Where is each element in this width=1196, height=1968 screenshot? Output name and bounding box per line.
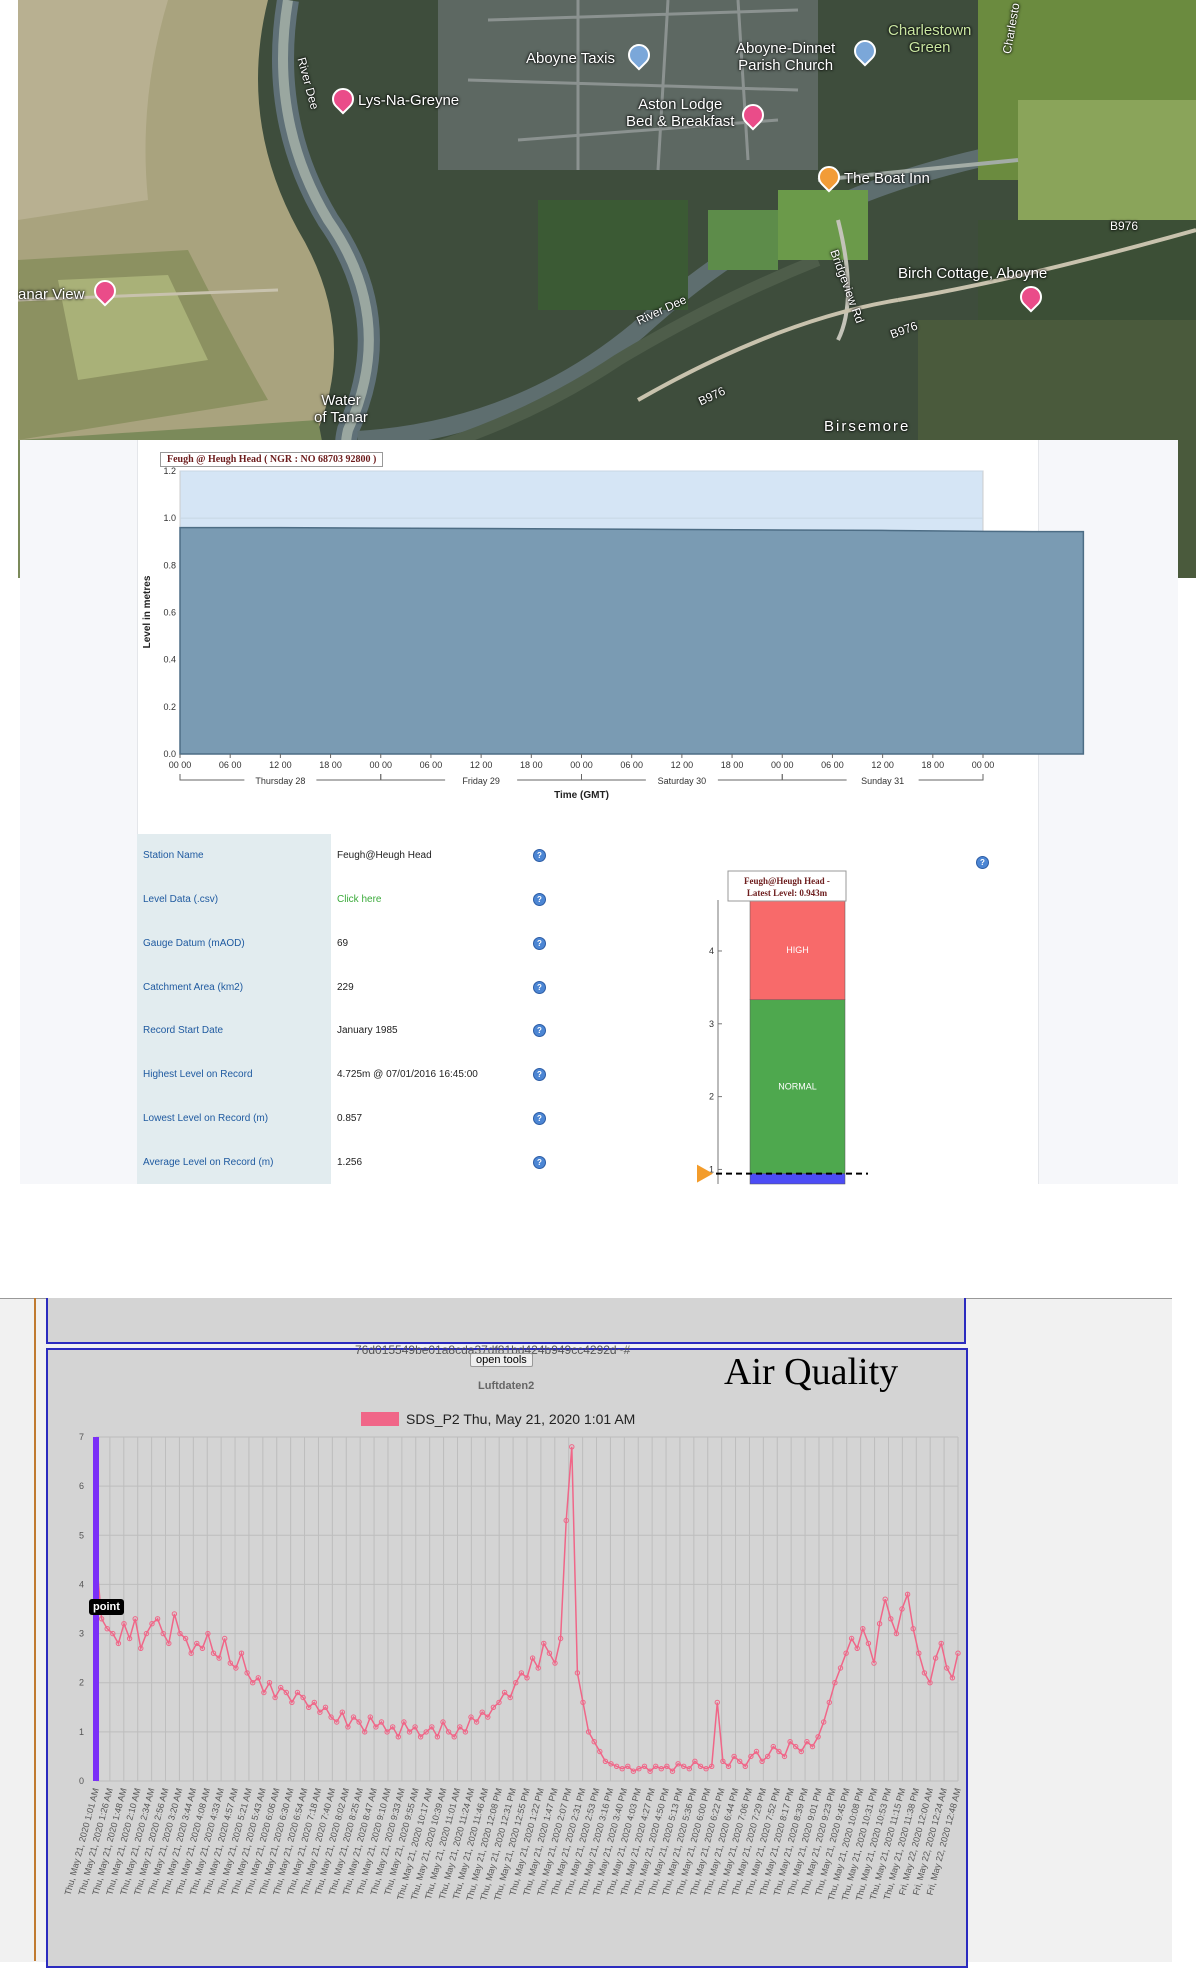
chart-tooltip: point	[89, 1599, 124, 1615]
y-tick-label: 5	[79, 1530, 84, 1540]
air-quality-chart: SDS_P2 Thu, May 21, 2020 1:01 AM 0 1 2 3 4 5 6 7…	[63, 1411, 963, 1902]
y-tick-label: 0	[79, 1776, 84, 1786]
legend-swatch	[361, 1412, 399, 1426]
y-tick-label: 7	[79, 1432, 84, 1442]
y-tick-label: 3	[79, 1629, 84, 1639]
y-tick-label: 2	[79, 1678, 84, 1688]
y-tick-label: 4	[79, 1579, 84, 1589]
y-tick-label: 6	[79, 1481, 84, 1491]
y-tick-label: 1	[79, 1727, 84, 1737]
legend-label: SDS_P2 Thu, May 21, 2020 1:01 AM	[406, 1411, 635, 1427]
